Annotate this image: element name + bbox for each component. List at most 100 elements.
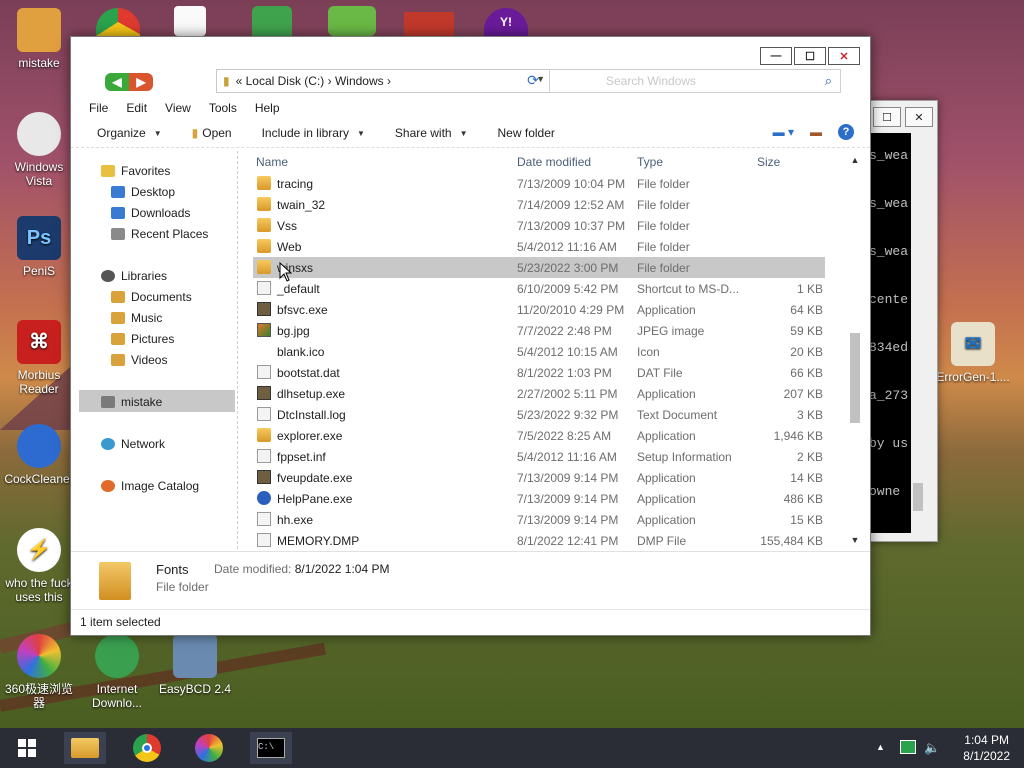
nav-recent-places[interactable]: Recent Places: [111, 227, 208, 241]
nav-documents[interactable]: Documents: [111, 290, 192, 304]
file-row[interactable]: dlhsetup.exe 2/27/2002 5:11 PM Application…: [253, 383, 825, 404]
file-date: 7/13/2009 9:14 PM: [517, 492, 619, 506]
start-button[interactable]: [6, 732, 48, 764]
file-name: explorer.exe: [277, 429, 343, 443]
scroll-down-icon[interactable]: ▼: [849, 535, 861, 547]
desktop-icon-easybcd[interactable]: EasyBCD 2.4: [156, 634, 234, 696]
file-row[interactable]: fppset.inf 5/4/2012 11:16 AM Setup Informa…: [253, 446, 825, 467]
column-header-type[interactable]: Type: [637, 155, 663, 169]
desktop-icon-photoshop[interactable]: Ps PeniS: [0, 216, 78, 278]
close-button[interactable]: ✕: [828, 47, 860, 65]
security-shield-icon[interactable]: [252, 6, 292, 36]
nav-favorites[interactable]: Favorites: [101, 164, 170, 178]
view-options-icon[interactable]: ▬ ▾: [773, 125, 794, 139]
file-row[interactable]: explorer.exe 7/5/2022 8:25 AM Application 1…: [253, 425, 825, 446]
tray-expand-icon[interactable]: ▲: [876, 742, 885, 752]
nav-desktop[interactable]: Desktop: [111, 185, 175, 199]
nav-image-catalog[interactable]: Image Catalog: [101, 479, 199, 493]
app-icon[interactable]: [404, 12, 454, 36]
menu-edit[interactable]: Edit: [126, 101, 147, 115]
network-tray-icon[interactable]: [900, 740, 916, 754]
volume-icon[interactable]: 🔈: [924, 740, 940, 756]
file-row[interactable]: tracing 7/13/2009 10:04 PM File folder: [253, 173, 825, 194]
help-icon[interactable]: ?: [838, 124, 854, 140]
file-row[interactable]: bootstat.dat 8/1/2022 1:03 PM DAT File 66 K…: [253, 362, 825, 383]
taskbar-console[interactable]: C:\: [250, 732, 292, 764]
desktop-icon-windows-vista[interactable]: Windows Vista: [0, 112, 78, 188]
maximize-button[interactable]: ☐: [794, 47, 826, 65]
menu-tools[interactable]: Tools: [209, 101, 237, 115]
organize-button[interactable]: Organize ▼: [97, 126, 162, 140]
file-row[interactable]: Vss 7/13/2009 10:37 PM File folder: [253, 215, 825, 236]
angry-birds-icon[interactable]: [328, 6, 376, 36]
file-list-scrollbar[interactable]: ▲ ▼: [847, 153, 863, 549]
column-header-date[interactable]: Date modified: [517, 155, 591, 169]
breadcrumb[interactable]: « Local Disk (C:) › Windows ›: [236, 74, 391, 88]
nav-videos[interactable]: Videos: [111, 353, 167, 367]
solitaire-icon[interactable]: [174, 6, 206, 36]
taskbar-explorer[interactable]: [64, 732, 106, 764]
file-type: DMP File: [637, 534, 687, 548]
refresh-icon[interactable]: ⟳: [523, 70, 543, 90]
minimize-button[interactable]: —: [760, 47, 792, 65]
file-name: DtcInstall.log: [277, 408, 346, 422]
file-row[interactable]: twain_32 7/14/2009 12:52 AM File folder: [253, 194, 825, 215]
console-line: s_wea: [869, 244, 909, 259]
clock[interactable]: 1:04 PM 8/1/2022: [963, 732, 1010, 764]
forward-button[interactable]: ▶: [129, 73, 153, 91]
file-row[interactable]: hh.exe 7/13/2009 9:14 PM Application 15 KB: [253, 509, 825, 530]
desktop-icon-reader[interactable]: ⌘ Morbius Reader: [0, 320, 78, 396]
file-row[interactable]: HelpPane.exe 7/13/2009 9:14 PM Application…: [253, 488, 825, 509]
chrome-icon[interactable]: [96, 8, 140, 36]
column-header-name[interactable]: Name: [256, 155, 288, 169]
file-row[interactable]: DtcInstall.log 5/23/2022 9:32 PM Text Docu…: [253, 404, 825, 425]
file-row[interactable]: bfsvc.exe 11/20/2010 4:29 PM Application 64…: [253, 299, 825, 320]
file-row[interactable]: _default 6/10/2009 5:42 PM Shortcut to MS-…: [253, 278, 825, 299]
share-with-button[interactable]: Share with ▼: [395, 126, 468, 140]
file-row[interactable]: blank.ico 5/4/2012 10:15 AM Icon 20 KB: [253, 341, 825, 362]
search-icon[interactable]: ⌕: [825, 73, 832, 89]
nav-pictures[interactable]: Pictures: [111, 332, 174, 346]
menu-help[interactable]: Help: [255, 101, 280, 115]
desktop-icon-360-browser[interactable]: 360极速浏览器: [0, 634, 78, 710]
maximize-button[interactable]: ☐: [873, 107, 901, 127]
nav-network[interactable]: Network: [101, 437, 165, 451]
menu-view[interactable]: View: [165, 101, 191, 115]
nav-libraries[interactable]: Libraries: [101, 269, 167, 283]
scroll-thumb[interactable]: [850, 333, 860, 423]
taskbar-chrome[interactable]: [126, 732, 168, 764]
new-folder-button[interactable]: New folder: [498, 126, 555, 140]
column-header-size[interactable]: Size: [757, 155, 780, 169]
pane-splitter[interactable]: [237, 151, 239, 549]
nav-downloads[interactable]: Downloads: [111, 206, 190, 220]
console-window[interactable]: ☐ ✕ s_wea s_wea s_wea cente 834ed a_273 …: [868, 100, 938, 542]
search-input[interactable]: Search Windows ⌕: [549, 69, 841, 93]
nav-music[interactable]: Music: [111, 311, 162, 325]
taskbar-360-browser[interactable]: [188, 732, 230, 764]
preview-pane-icon[interactable]: ▬: [810, 125, 822, 139]
include-in-library-button[interactable]: Include in library ▼: [262, 126, 365, 140]
back-button[interactable]: ◀: [105, 73, 129, 91]
console-scrollbar[interactable]: [911, 133, 925, 533]
desktop-icon-unknown[interactable]: ⚡ who the fuck uses this: [0, 528, 78, 604]
title-bar[interactable]: — ☐ ✕: [71, 37, 870, 69]
close-button[interactable]: ✕: [905, 107, 933, 127]
desktop-icon-errorgen[interactable]: ✉ ErrorGen-1....: [934, 322, 1012, 384]
scroll-up-icon[interactable]: ▲: [849, 155, 861, 167]
file-row[interactable]: fveupdate.exe 7/13/2009 9:14 PM Applicatio…: [253, 467, 825, 488]
file-row[interactable]: bg.jpg 7/7/2022 2:48 PM JPEG image 59 KB: [253, 320, 825, 341]
file-row[interactable]: winsxs 5/23/2022 3:00 PM File folder: [253, 257, 825, 278]
desktop-icon-cleaner[interactable]: CockCleaner: [0, 424, 78, 486]
file-row[interactable]: MEMORY.DMP 8/1/2022 12:41 PM DMP File 155,4…: [253, 530, 825, 551]
file-size: 15 KB: [790, 513, 823, 527]
address-bar[interactable]: ▮ « Local Disk (C:) › Windows › ▼: [216, 69, 550, 93]
desktop-icon-mistake[interactable]: mistake: [0, 8, 78, 70]
file-row[interactable]: Web 5/4/2012 11:16 AM File folder: [253, 236, 825, 257]
menu-file[interactable]: File: [89, 101, 108, 115]
yahoo-icon[interactable]: Y!: [484, 8, 528, 36]
open-button[interactable]: ▮ Open: [192, 126, 232, 140]
desktop-icon-internet-download[interactable]: Internet Downlo...: [78, 634, 156, 710]
nav-mistake[interactable]: mistake: [101, 395, 162, 409]
file-icon: [257, 344, 271, 358]
nav-arrows: ◀ ▶: [105, 73, 157, 93]
